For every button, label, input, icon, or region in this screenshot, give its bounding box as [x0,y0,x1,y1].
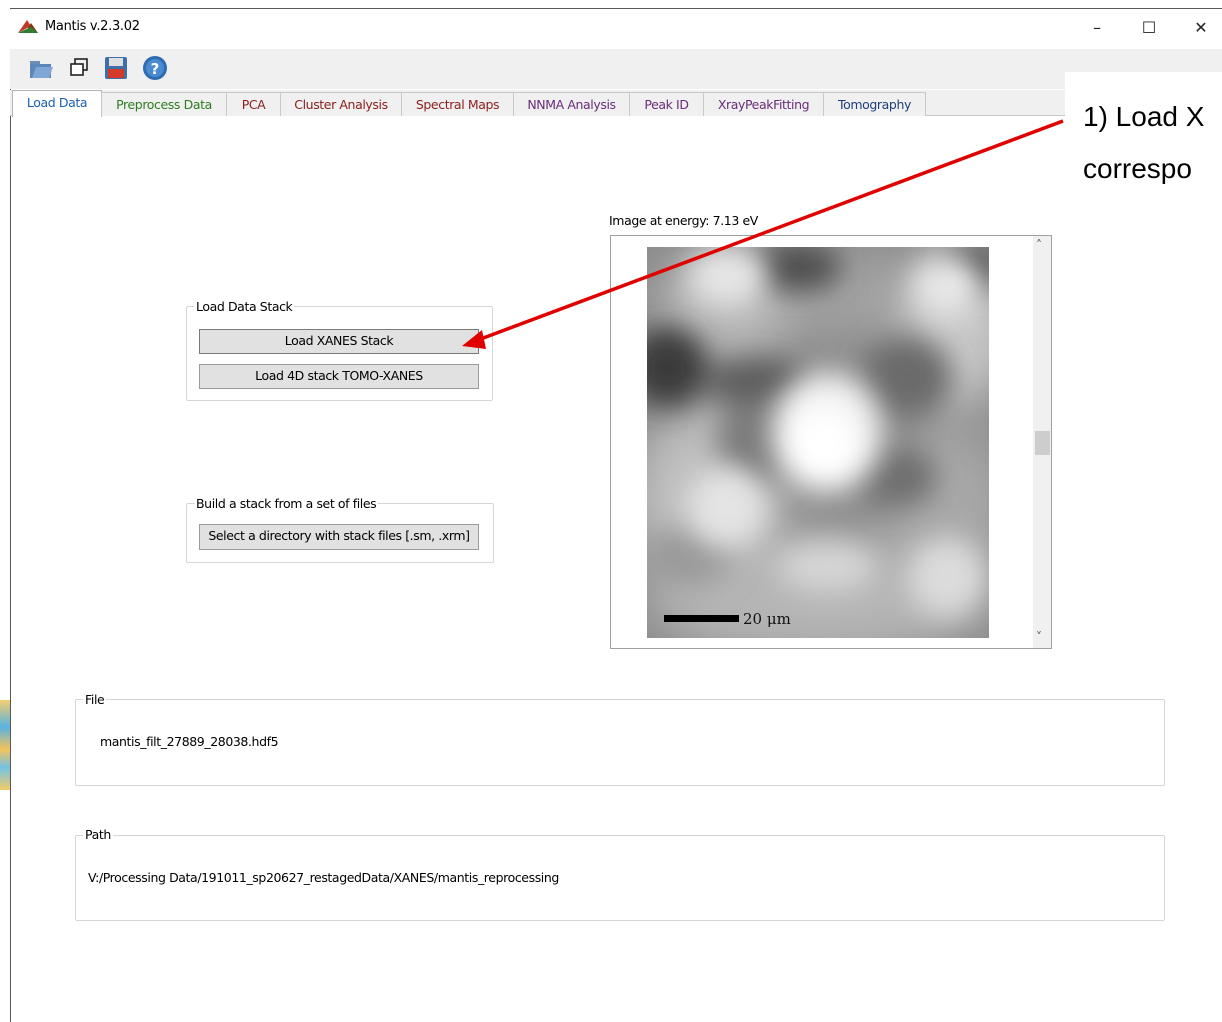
annotation-arrow [462,119,1064,349]
